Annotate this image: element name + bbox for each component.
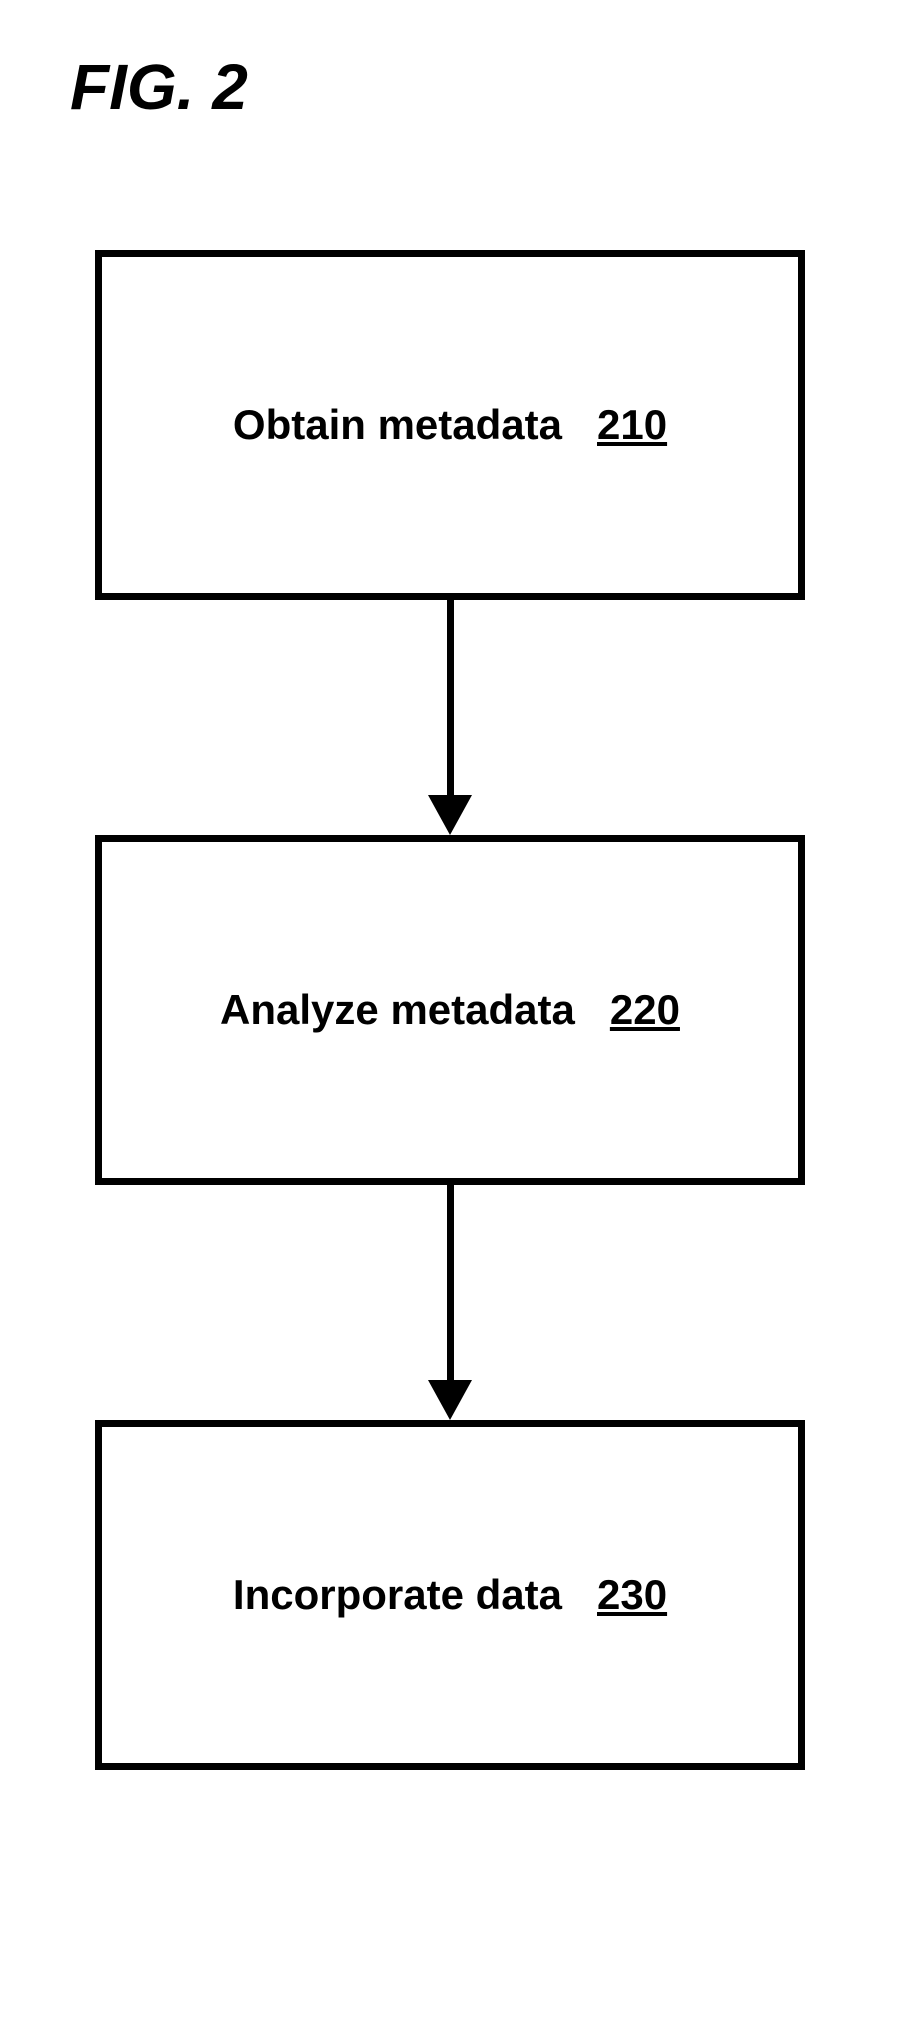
- box-label-1: Obtain metadata 210: [233, 401, 667, 449]
- arrow-1-head: [428, 795, 472, 835]
- box-num-2: 220: [610, 986, 680, 1033]
- arrow-2-head: [428, 1380, 472, 1420]
- figure-title: FIG. 2: [70, 50, 248, 124]
- arrow-2-line: [447, 1185, 454, 1380]
- box-num-1: 210: [597, 401, 667, 448]
- box-text-2: Analyze metadata: [220, 986, 575, 1033]
- box-num-3: 230: [597, 1571, 667, 1618]
- box-label-2: Analyze metadata 220: [220, 986, 680, 1034]
- box-label-3: Incorporate data 230: [233, 1571, 667, 1619]
- flow-box-incorporate: Incorporate data 230: [95, 1420, 805, 1770]
- box-text-3: Incorporate data: [233, 1571, 562, 1618]
- arrow-1-line: [447, 600, 454, 795]
- flow-box-analyze: Analyze metadata 220: [95, 835, 805, 1185]
- box-text-1: Obtain metadata: [233, 401, 562, 448]
- flow-box-obtain: Obtain metadata 210: [95, 250, 805, 600]
